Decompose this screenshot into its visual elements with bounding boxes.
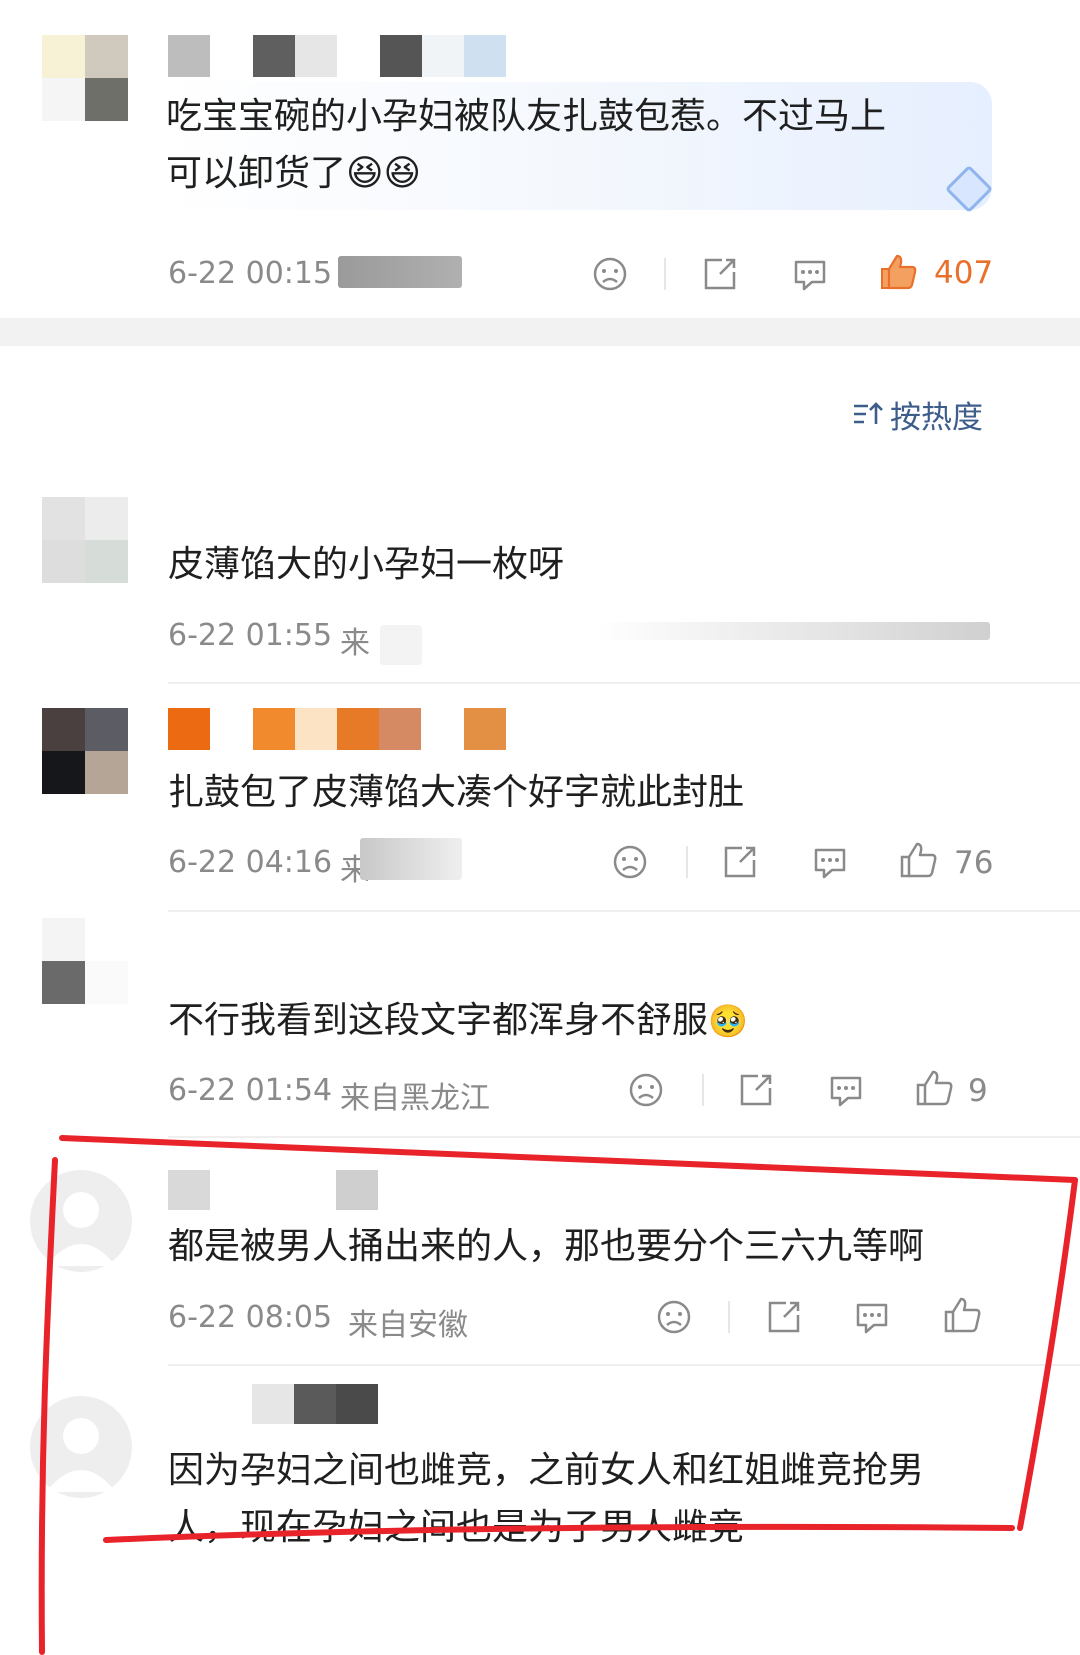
username[interactable] xyxy=(168,35,508,77)
comment-time: 6-22 08:05 xyxy=(168,1300,333,1335)
comment-time: 6-22 04:16 xyxy=(168,845,333,880)
crying-emoji: 🥹 xyxy=(708,1002,748,1040)
comment-text: 不行我看到这段文字都浑身不舒服 xyxy=(168,1000,709,1041)
like-icon[interactable] xyxy=(942,1295,982,1335)
separator xyxy=(686,846,688,878)
dislike-icon[interactable] xyxy=(590,254,630,294)
comment-time: 6-22 01:54 xyxy=(168,1073,333,1108)
comment-location: 来自黑龙江 xyxy=(340,1081,490,1116)
like-count: 407 xyxy=(934,255,994,291)
comment-text: 都是被男人捅出来的人，那也要分个三六九等啊 xyxy=(168,1226,925,1267)
default-avatar[interactable] xyxy=(30,1396,132,1498)
default-avatar[interactable] xyxy=(30,1170,132,1272)
comment-location: 来 xyxy=(340,626,370,661)
user-silhouette-icon xyxy=(46,1192,116,1266)
separator xyxy=(728,1301,730,1333)
avatar[interactable] xyxy=(42,708,128,794)
comment-time: 6-22 01:55 xyxy=(168,618,333,653)
like-count: 9 xyxy=(968,1073,988,1109)
separator xyxy=(702,1074,704,1106)
comment-text-line2-wrap: 可以卸货了😆😆 xyxy=(166,145,421,203)
like-icon[interactable] xyxy=(898,840,938,880)
sort-control[interactable]: 按热度 xyxy=(852,396,983,436)
reply-icon[interactable] xyxy=(790,254,830,294)
comment-text-wrap: 不行我看到这段文字都浑身不舒服🥹 xyxy=(168,992,748,1050)
comment-text-line2: 人，现在孕妇之间也是为了男人雌竞 xyxy=(168,1507,745,1548)
comment-text: 皮薄馅大的小孕妇一枚呀 xyxy=(168,544,565,585)
username[interactable] xyxy=(168,708,508,750)
like-count: 76 xyxy=(954,845,994,881)
divider xyxy=(168,1136,1080,1138)
reply-icon[interactable] xyxy=(852,1297,892,1337)
username[interactable] xyxy=(252,1384,380,1424)
share-icon[interactable] xyxy=(720,842,760,882)
comment-text-line1: 吃宝宝碗的小孕妇被队友扎鼓包惹。不过马上 xyxy=(166,96,887,137)
user-silhouette-icon xyxy=(46,1418,116,1492)
sort-icon xyxy=(852,400,884,428)
avatar[interactable] xyxy=(42,35,128,121)
share-icon[interactable] xyxy=(764,1297,804,1337)
reply-icon[interactable] xyxy=(810,842,850,882)
dislike-icon[interactable] xyxy=(654,1297,694,1337)
like-icon-active[interactable] xyxy=(878,252,918,292)
comment-text-line1: 因为孕妇之间也雌竞，之前女人和红姐雌竞抢男 xyxy=(168,1450,925,1491)
separator xyxy=(664,258,666,290)
comment-text: 扎鼓包了皮薄馅大凑个好字就此封肚 xyxy=(168,772,745,813)
share-icon[interactable] xyxy=(736,1070,776,1110)
redacted-actions xyxy=(596,622,990,640)
username[interactable] xyxy=(168,1170,388,1210)
like-icon[interactable] xyxy=(914,1068,954,1108)
divider xyxy=(168,682,1080,684)
laugh-emoji: 😆😆 xyxy=(346,153,422,194)
red-annotation-outline xyxy=(38,1135,1078,1655)
reply-icon[interactable] xyxy=(826,1070,866,1110)
comment-text-line2: 可以卸货了 xyxy=(166,153,347,194)
sort-label: 按热度 xyxy=(890,399,983,436)
divider xyxy=(168,1364,1080,1366)
avatar[interactable] xyxy=(42,918,128,1004)
divider xyxy=(168,910,1080,912)
dislike-icon[interactable] xyxy=(610,842,650,882)
section-gap xyxy=(0,318,1080,346)
share-icon[interactable] xyxy=(700,254,740,294)
dislike-icon[interactable] xyxy=(626,1070,666,1110)
comment-location: 来自安徽 xyxy=(348,1308,468,1343)
avatar[interactable] xyxy=(42,497,128,583)
comment-time: 6-22 00:15 xyxy=(168,256,333,291)
redacted-area xyxy=(380,625,422,665)
redacted-location xyxy=(338,256,462,288)
redacted-area xyxy=(360,838,462,880)
